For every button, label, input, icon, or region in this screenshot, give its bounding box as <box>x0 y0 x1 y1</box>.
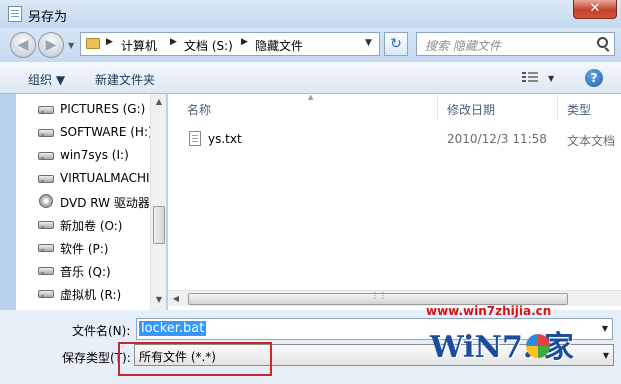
search-placeholder: 搜索 隐藏文件 <box>425 39 501 53</box>
drive-icon <box>38 129 54 137</box>
text-file-icon <box>189 131 201 146</box>
nav-item-virtual-machine-r[interactable]: 虚拟机 (R:) <box>16 282 150 304</box>
scroll-up-icon[interactable]: ▲ <box>151 94 167 110</box>
nav-item-label: VIRTUALMACHI <box>60 171 150 185</box>
file-row[interactable]: ys.txt 2010/12/3 11:58 文本文档 <box>168 130 621 150</box>
drive-icon <box>38 244 54 252</box>
back-arrow-icon: ◀ <box>17 37 29 53</box>
nav-item-software-p[interactable]: 软件 (P:) <box>16 236 150 258</box>
nav-item-label: PICTURES (G:) <box>60 102 146 116</box>
annotation-highlight-box <box>118 342 272 376</box>
address-dropdown-icon[interactable]: ▼ <box>365 38 372 48</box>
view-dropdown-icon[interactable]: ▼ <box>548 74 554 83</box>
nav-item-label: SOFTWARE (H:) <box>60 125 152 139</box>
grip-icon: ⋮⋮ <box>371 291 387 300</box>
column-header-modified[interactable]: 修改日期 <box>436 94 558 120</box>
watermark: www.win7zhijia.cn WiN7. 家 <box>408 304 621 384</box>
navigation-pane: PICTURES (G:) SOFTWARE (H:) win7sys (I:)… <box>16 94 166 310</box>
title-bar: 另存为 ✕ <box>0 0 621 28</box>
breadcrumb-item[interactable]: 计算机 <box>121 37 157 54</box>
nav-item-label: 虚拟机 (R:) <box>60 288 122 302</box>
watermark-logo: WiN7. 家 <box>430 330 574 365</box>
drive-icon <box>38 175 54 183</box>
chevron-right-icon[interactable]: ▶ <box>170 37 177 47</box>
drive-icon <box>38 106 54 114</box>
nav-item-label: 软件 (P:) <box>60 242 109 256</box>
drive-icon <box>38 152 54 160</box>
nav-item-pictures[interactable]: PICTURES (G:) <box>16 98 150 120</box>
refresh-button[interactable]: ↻ <box>384 32 408 56</box>
new-folder-button[interactable]: 新建文件夹 <box>95 71 155 88</box>
filename-value: locker.bat <box>139 321 207 336</box>
address-bar[interactable]: ▶ 计算机 ▶ 文档 (S:) ▶ 隐藏文件 ▼ <box>80 32 380 56</box>
help-icon[interactable]: ? <box>585 69 603 87</box>
file-name: ys.txt <box>208 132 242 146</box>
forward-button[interactable]: ▶ <box>38 32 64 58</box>
scroll-thumb[interactable] <box>153 206 165 244</box>
nav-item-software[interactable]: SOFTWARE (H:) <box>16 121 152 143</box>
file-list: ▲ 名称 修改日期 类型 ys.txt 2010/12/3 11:58 文本文档… <box>168 93 621 310</box>
scroll-left-icon[interactable]: ◀ <box>168 291 184 307</box>
search-icon[interactable] <box>597 37 608 48</box>
address-row: ◀ ▶ ▼ ▶ 计算机 ▶ 文档 (S:) ▶ 隐藏文件 ▼ ↻ 搜索 隐藏文件 <box>0 28 621 62</box>
forward-arrow-icon: ▶ <box>45 37 57 53</box>
window-icon <box>8 6 22 22</box>
file-type: 文本文档 <box>567 134 616 148</box>
windows-logo-icon <box>526 334 550 358</box>
breadcrumb-item[interactable]: 文档 (S:) <box>184 37 233 54</box>
nav-item-label: 音乐 (Q:) <box>60 265 111 279</box>
nav-item-label: win7sys (I:) <box>60 148 129 162</box>
drive-icon <box>38 290 54 298</box>
refresh-icon: ↻ <box>390 36 402 52</box>
file-modified: 2010/12/3 11:58 <box>447 132 547 146</box>
nav-item-dvd-rw[interactable]: DVD RW 驱动器 <box>16 190 150 212</box>
nav-item-win7sys[interactable]: win7sys (I:) <box>16 144 150 166</box>
breadcrumb-item[interactable]: 隐藏文件 <box>255 37 303 54</box>
nav-item-music[interactable]: 音乐 (Q:) <box>16 259 150 281</box>
column-header-type[interactable]: 类型 <box>556 94 621 120</box>
chevron-right-icon[interactable]: ▶ <box>241 37 248 47</box>
nav-scrollbar[interactable]: ▲ ▼ <box>150 94 166 310</box>
nav-item-virtualmachine[interactable]: VIRTUALMACHI <box>16 167 150 189</box>
dvd-drive-icon <box>39 194 53 208</box>
scroll-down-icon[interactable]: ▼ <box>151 292 167 308</box>
view-options-icon[interactable] <box>522 72 538 84</box>
back-button[interactable]: ◀ <box>10 32 36 58</box>
command-toolbar: 组织 ▼ 新建文件夹 ▼ ? <box>0 62 621 94</box>
drive-icon <box>38 267 54 275</box>
column-header-name[interactable]: 名称 <box>176 94 438 120</box>
close-button[interactable]: ✕ <box>573 0 617 19</box>
window-title: 另存为 <box>28 10 68 25</box>
organize-button[interactable]: 组织 ▼ <box>28 71 65 88</box>
watermark-url: www.win7zhijia.cn <box>426 304 552 318</box>
recent-pages-dropdown-icon[interactable]: ▼ <box>68 41 74 50</box>
chevron-right-icon[interactable]: ▶ <box>106 37 113 47</box>
drive-icon <box>38 221 54 229</box>
folder-icon <box>86 38 100 49</box>
nav-item-label: 新加卷 (O:) <box>60 219 123 233</box>
nav-item-label: DVD RW 驱动器 <box>60 196 150 210</box>
nav-item-new-volume[interactable]: 新加卷 (O:) <box>16 213 150 235</box>
filename-label: 文件名(N): <box>72 324 131 338</box>
search-input[interactable]: 搜索 隐藏文件 <box>416 32 615 56</box>
